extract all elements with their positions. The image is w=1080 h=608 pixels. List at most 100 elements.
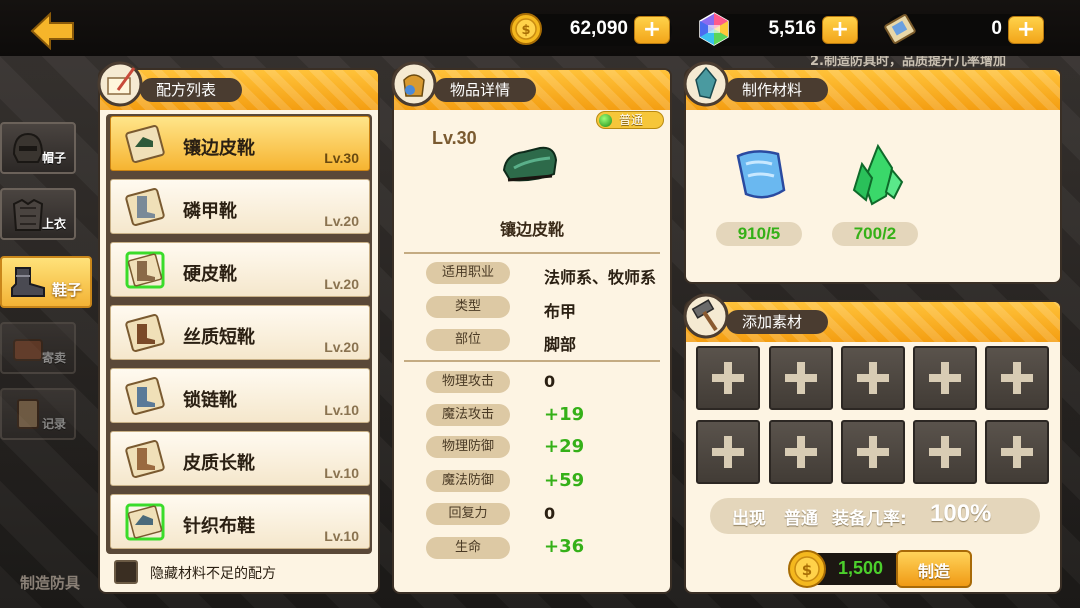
recipe-item[interactable]: 硬皮靴 Lv.20 [110, 242, 370, 297]
stat-value: +19 [544, 404, 585, 425]
chance-label: 装备几率: [832, 509, 907, 529]
rarity-text: 普通 [619, 113, 644, 127]
chance-prefix: 出现 [732, 509, 766, 529]
background-hint-text: 制造防具 [20, 574, 81, 592]
stat-label: 魔法攻击 [426, 404, 510, 426]
gem-counter: 5,516 + [699, 12, 860, 46]
material-item[interactable]: 910/5 [716, 142, 806, 252]
info-label: 部位 [426, 329, 510, 351]
plus-icon [712, 436, 744, 468]
recipe-scroll-icon [123, 249, 167, 291]
recipe-scroll-icon [123, 501, 167, 543]
tab-boots[interactable]: 鞋子 [0, 256, 92, 308]
ticket-value: 0 [991, 18, 1002, 39]
boots-icon [8, 262, 48, 302]
recipe-scroll-icon [123, 375, 167, 417]
hide-insufficient-checkbox[interactable] [114, 560, 138, 584]
plus-icon [712, 362, 744, 394]
panel-title: 添加素材 [726, 310, 829, 334]
material-slot[interactable] [913, 346, 977, 410]
recipe-scroll-icon [123, 438, 167, 480]
material-slot[interactable] [769, 420, 833, 484]
material-slot[interactable] [841, 346, 905, 410]
recipe-level: Lv.10 [324, 528, 359, 544]
divider [404, 252, 660, 254]
info-value: 法师系、牧师系 [544, 268, 657, 287]
quality-chance-bar: 出现 普通 装备几率: 100% [710, 498, 1040, 534]
recipe-name: 皮质长靴 [183, 453, 255, 474]
plus-icon [785, 362, 817, 394]
add-ticket-button[interactable]: + [1008, 16, 1044, 44]
plus-icon [929, 436, 961, 468]
stat-value: +36 [544, 536, 585, 557]
material-item[interactable]: 700/2 [832, 142, 922, 252]
material-slot[interactable] [985, 346, 1049, 410]
material-slot[interactable] [913, 420, 977, 484]
plus-icon [857, 436, 889, 468]
stat-value: +29 [544, 436, 585, 457]
recipe-scroll-icon [123, 123, 167, 165]
recipe-level: Lv.20 [324, 339, 359, 355]
recipe-name: 丝质短靴 [183, 327, 255, 348]
plus-icon [857, 362, 889, 394]
blue-cloth-icon [726, 142, 796, 212]
svg-text:$: $ [802, 561, 812, 579]
stat-label: 回复力 [426, 503, 510, 525]
recipe-level: Lv.10 [324, 402, 359, 418]
stat-label: 物理攻击 [426, 371, 510, 393]
recipe-item[interactable]: 皮质长靴 Lv.10 [110, 431, 370, 486]
recipe-item[interactable]: 针织布鞋 Lv.10 [110, 494, 370, 549]
leather-boot-icon [494, 140, 564, 190]
item-detail-panel: 物品详情 普通 Lv.30 镶边皮靴 适用职业 法师系、牧师系 类型 布甲 部位… [391, 61, 670, 592]
add-gold-button[interactable]: + [634, 16, 670, 44]
crystal-icon [682, 60, 730, 108]
tab-helmet[interactable]: 帽子 [0, 122, 76, 174]
recipe-level: Lv.20 [324, 213, 359, 229]
gem-value: 5,516 [768, 18, 816, 39]
material-count: 910/5 [716, 222, 802, 246]
tab-consign[interactable]: 寄卖 [0, 322, 76, 374]
craft-button[interactable]: $ 1,500 制造 [786, 550, 972, 588]
material-slot[interactable] [696, 420, 760, 484]
tab-label: 上衣 [41, 217, 66, 231]
gold-coin-icon: $ [786, 548, 828, 590]
craft-label: 制造 [918, 562, 951, 581]
material-count: 700/2 [832, 222, 918, 246]
gold-value: 62,090 [569, 18, 628, 39]
recipe-item[interactable]: 丝质短靴 Lv.20 [110, 305, 370, 360]
tab-label: 记录 [41, 417, 66, 431]
recipe-level: Lv.30 [324, 150, 359, 166]
stat-label: 物理防御 [426, 436, 510, 458]
info-value: 脚部 [544, 335, 577, 354]
recipe-level: Lv.10 [324, 465, 359, 481]
panel-header: 添加素材 [686, 302, 1060, 342]
recipe-item[interactable]: 镶边皮靴 Lv.30 [110, 116, 370, 171]
panel-title: 制作材料 [726, 78, 829, 102]
craft-cost: 1,500 [838, 558, 884, 578]
recipe-name: 镶边皮靴 [183, 138, 255, 159]
stat-label: 生命 [426, 537, 510, 559]
recipe-item[interactable]: 磷甲靴 Lv.20 [110, 179, 370, 234]
tab-label: 帽子 [41, 151, 66, 165]
panel-header: 制作材料 [686, 70, 1060, 110]
stat-value: +59 [544, 470, 585, 491]
rarity-dot-icon [599, 114, 612, 127]
info-label: 适用职业 [426, 262, 510, 284]
tab-record[interactable]: 记录 [0, 388, 76, 440]
panel-title: 物品详情 [434, 78, 537, 102]
recipe-item[interactable]: 锁链靴 Lv.10 [110, 368, 370, 423]
add-gem-button[interactable]: + [822, 16, 858, 44]
tab-armor[interactable]: 上衣 [0, 188, 76, 240]
material-slot[interactable] [985, 420, 1049, 484]
hide-insufficient-label: 隐藏材料不足的配方 [150, 566, 276, 582]
back-arrow-icon[interactable] [30, 11, 76, 51]
material-slot[interactable] [841, 420, 905, 484]
panel-title: 配方列表 [140, 78, 243, 102]
divider [404, 360, 660, 362]
tab-label: 寄卖 [41, 351, 66, 365]
gold-counter: $ 62,090 + [510, 13, 672, 46]
material-slot[interactable] [696, 346, 760, 410]
material-slot[interactable] [769, 346, 833, 410]
item-level: Lv.30 [432, 128, 477, 148]
plus-icon [929, 362, 961, 394]
